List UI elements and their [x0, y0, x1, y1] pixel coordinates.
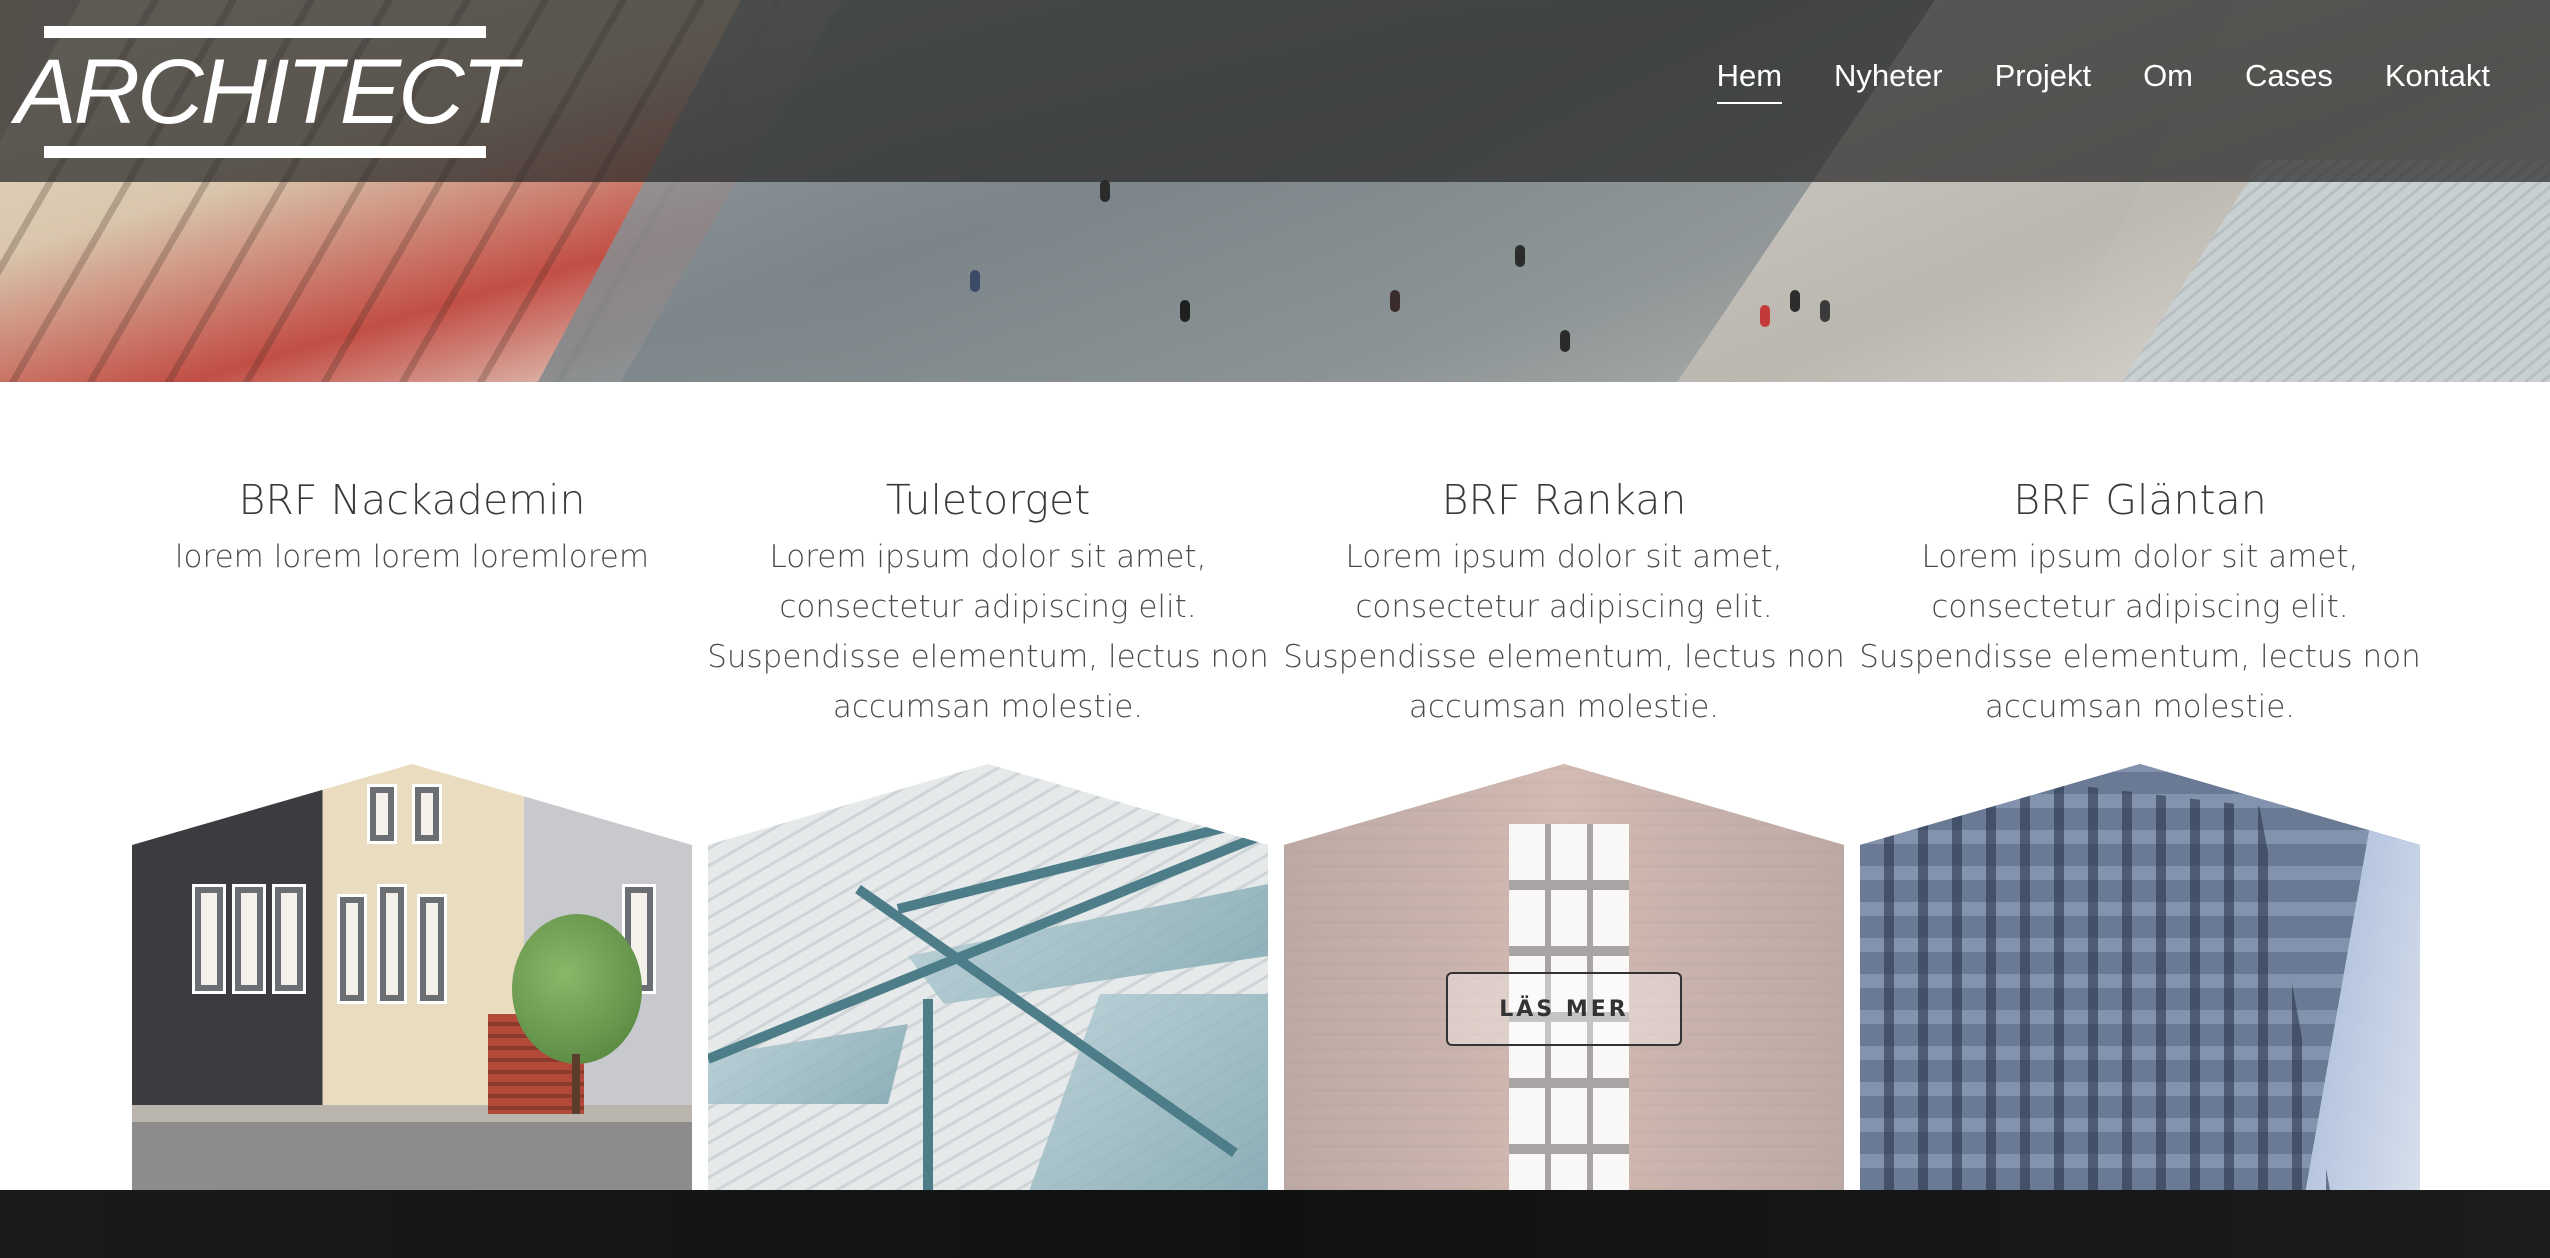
project-image-tall-building[interactable] — [1860, 764, 2420, 1190]
hero-person — [1100, 180, 1110, 202]
hero-banner: ARCHITECT Hem Nyheter Projekt Om Cases K… — [0, 0, 2550, 382]
hero-person — [1790, 290, 1800, 312]
hero-person — [1820, 300, 1830, 322]
project-image-brick-facade[interactable]: LÄS MER — [1284, 764, 1844, 1190]
footer-strip — [0, 1190, 2550, 1258]
project-cards: BRF Nackademin lorem lorem lorem loremlo… — [0, 382, 2550, 1190]
project-image-victorian-houses[interactable] — [132, 764, 692, 1190]
project-description: Lorem ipsum dolor sit amet, consectetur … — [1283, 539, 1845, 725]
nav-link-kontakt[interactable]: Kontakt — [2385, 58, 2490, 104]
nav-link-projekt[interactable]: Projekt — [1995, 58, 2091, 104]
hero-person — [1180, 300, 1190, 322]
nav-link-nyheter[interactable]: Nyheter — [1834, 58, 1943, 104]
nav-link-hem[interactable]: Hem — [1716, 58, 1783, 104]
project-title: BRF Gläntan — [2013, 476, 2267, 524]
project-title: BRF Rankan — [1441, 476, 1687, 524]
logo-text: ARCHITECT — [15, 41, 517, 143]
read-more-button[interactable]: LÄS MER — [1446, 972, 1682, 1046]
project-description: lorem lorem lorem loremlorem — [174, 539, 650, 575]
top-navbar: ARCHITECT Hem Nyheter Projekt Om Cases K… — [0, 0, 2550, 182]
nav-link-om[interactable]: Om — [2143, 58, 2193, 104]
site-logo[interactable]: ARCHITECT — [15, 26, 518, 158]
project-title: Tuletorget — [885, 476, 1091, 524]
hero-person — [1760, 305, 1770, 327]
project-image-glass-roof[interactable] — [708, 764, 1268, 1190]
project-description: Lorem ipsum dolor sit amet, consectetur … — [707, 539, 1269, 725]
hero-person — [970, 270, 980, 292]
hero-person — [1515, 245, 1525, 267]
project-description: Lorem ipsum dolor sit amet, consectetur … — [1859, 539, 2421, 725]
hero-person — [1560, 330, 1570, 352]
nav-link-cases[interactable]: Cases — [2245, 58, 2333, 104]
hero-person — [1390, 290, 1400, 312]
project-title: BRF Nackademin — [238, 476, 586, 524]
main-nav: Hem Nyheter Projekt Om Cases Kontakt — [1716, 58, 2490, 104]
